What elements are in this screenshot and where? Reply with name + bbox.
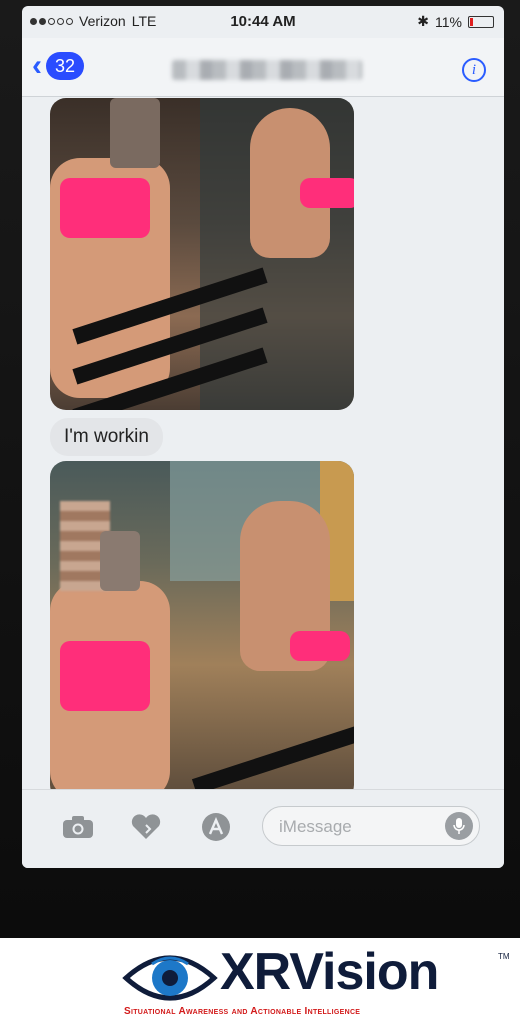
message-photo-2[interactable] [50,461,354,801]
status-right: ✱ 11% [417,13,494,30]
bluetooth-icon: ✱ [417,13,430,29]
camera-icon[interactable] [60,812,96,842]
imessage-placeholder: iMessage [279,817,352,836]
conversation-header: ‹ 32 i [22,38,504,97]
watermark-footer: XRVision TM Situational Awareness and Ac… [0,938,520,1024]
back-button[interactable]: ‹ 32 [32,49,84,82]
compose-bar: iMessage [22,789,504,868]
trademark-symbol: TM [498,952,510,961]
imessage-input[interactable]: iMessage [262,806,480,846]
app-store-icon[interactable] [198,812,234,842]
xrvision-logo-text: XRVision [220,943,439,1001]
digital-touch-heart-icon[interactable] [128,812,164,842]
microphone-icon[interactable] [445,812,473,840]
battery-percent: 11% [435,13,462,30]
tagline: Situational Awareness and Actionable Int… [124,1006,361,1017]
xrvision-eye-logo [122,955,218,1001]
info-icon[interactable]: i [462,58,486,82]
chevron-left-icon: ‹ [32,49,42,82]
message-bubble-received[interactable]: I'm workin [50,418,163,456]
message-photo-1[interactable] [50,98,354,410]
message-thread[interactable]: I'm workin [22,98,504,801]
contact-name-redacted[interactable] [172,60,362,80]
unread-count-badge: 32 [46,52,84,80]
status-bar: Verizon LTE 10:44 AM ✱ 11% [22,6,504,36]
phone-screen: Verizon LTE 10:44 AM ✱ 11% ‹ 32 i I'm wo… [22,6,504,868]
phone-bezel: Verizon LTE 10:44 AM ✱ 11% ‹ 32 i I'm wo… [0,0,520,938]
battery-icon [468,15,494,28]
